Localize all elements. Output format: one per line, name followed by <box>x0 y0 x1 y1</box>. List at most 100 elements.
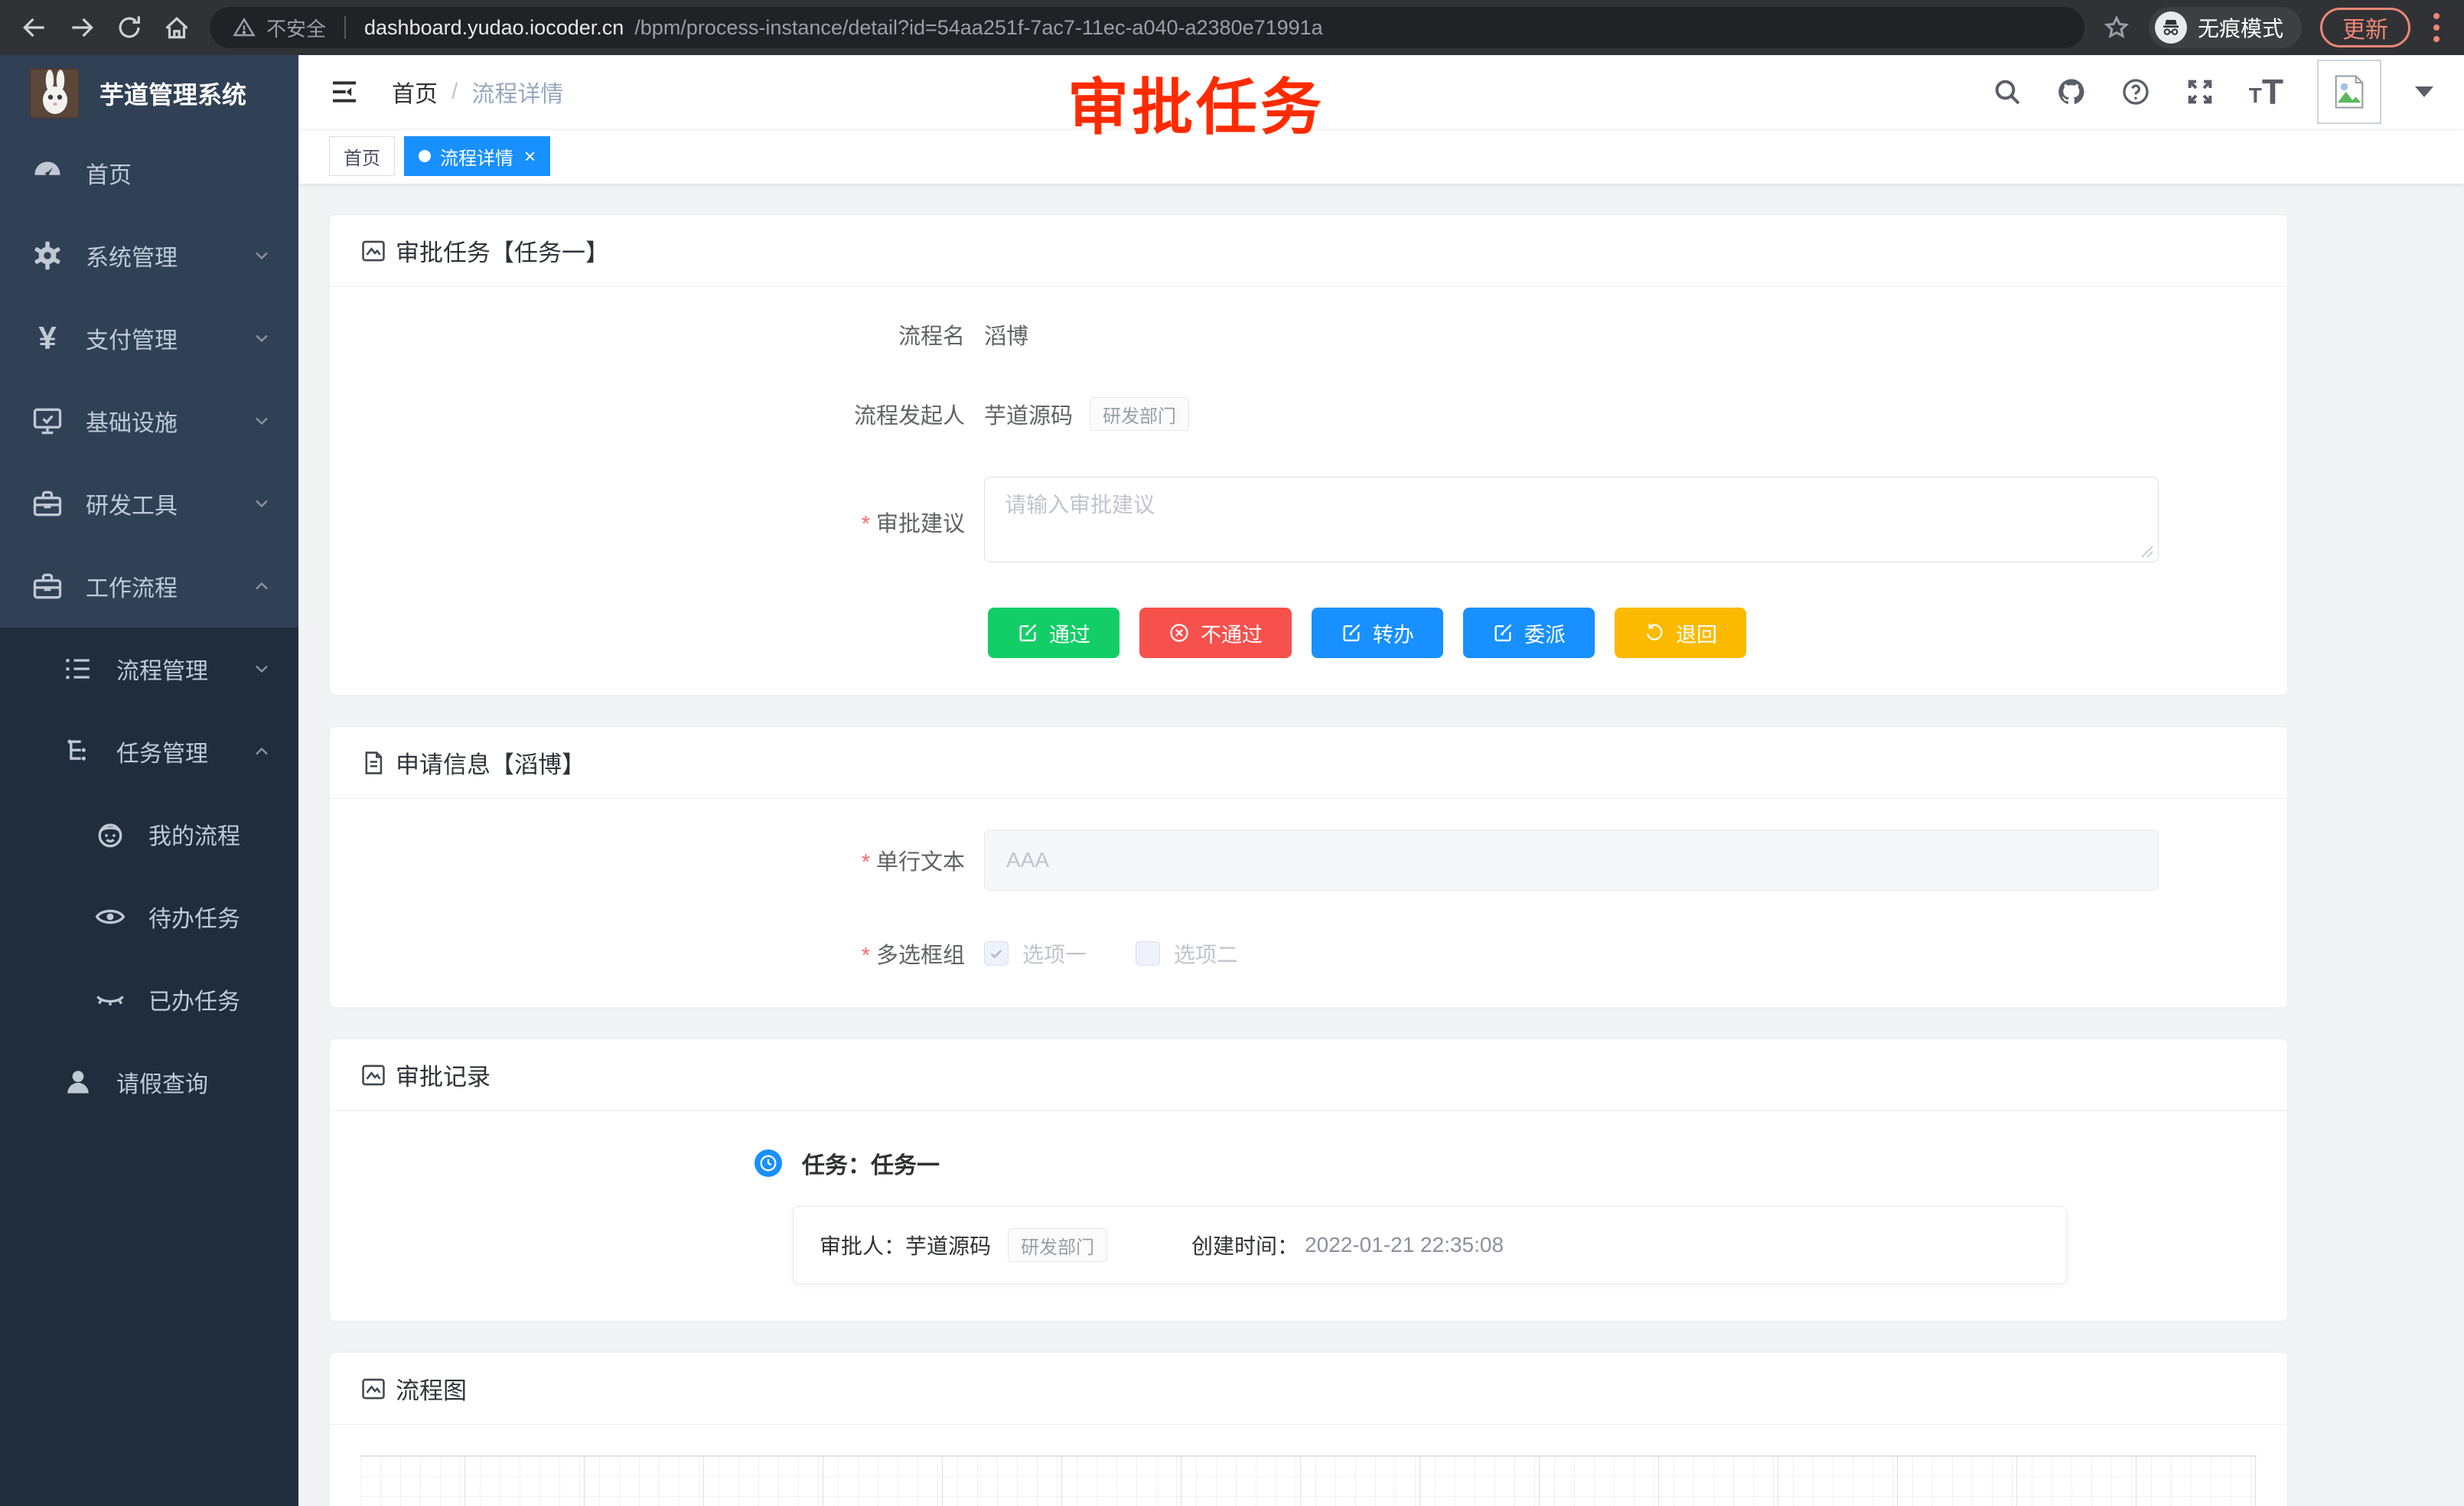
chrome-update-button[interactable]: 更新 <box>2320 8 2410 47</box>
document-icon <box>360 750 386 776</box>
app-logo <box>29 68 80 119</box>
reject-button[interactable]: 不通过 <box>1139 608 1292 658</box>
breadcrumb-separator: / <box>451 79 458 105</box>
gear-icon <box>31 239 64 272</box>
sidebar: 芋道管理系统 首页 系统管理 ¥ 支付管理 基础设施 <box>0 55 298 1506</box>
sidebar-item-my-process[interactable]: 我的流程 <box>0 793 298 875</box>
toolbox-icon <box>31 569 64 603</box>
card-header: 申请信息【滔博】 <box>330 727 2287 799</box>
picture-icon <box>360 238 386 264</box>
pass-button[interactable]: 通过 <box>988 608 1120 658</box>
card-title: 申请信息【滔博】 <box>396 745 585 780</box>
checkbox-option-1: 选项一 <box>984 938 1087 969</box>
sidebar-item-label: 已办任务 <box>148 983 240 1016</box>
circle-close-icon <box>1168 622 1190 644</box>
incognito-icon <box>2155 11 2187 44</box>
bookmark-star-icon[interactable] <box>2103 14 2130 41</box>
tag-process-detail[interactable]: 流程详情 × <box>404 136 550 176</box>
clock-icon <box>755 1149 782 1177</box>
search-icon[interactable] <box>1992 77 2022 107</box>
forward-icon[interactable] <box>67 13 96 42</box>
button-label: 退回 <box>1676 618 1717 648</box>
starter-value: 芋道源码 研发部门 <box>984 397 1189 431</box>
security-label[interactable]: 不安全 <box>266 14 326 42</box>
approve-record-card: 审批记录 任务：任务一 审批人： 芋道源码 研发部门 创建时 <box>329 1038 2288 1322</box>
sidebar-item-label: 请假查询 <box>116 1065 208 1099</box>
checkbox-checked-icon <box>984 941 1009 966</box>
bpmn-canvas[interactable] <box>360 1455 2257 1506</box>
approver-name: 芋道源码 <box>905 1230 991 1260</box>
field-label: 审批建议 <box>360 506 984 538</box>
chevron-down-icon <box>251 328 272 349</box>
chevron-down-icon <box>251 410 272 432</box>
sidebar-item-label: 系统管理 <box>86 239 178 272</box>
single-text-input <box>984 830 2159 891</box>
card-header: 流程图 <box>330 1353 2287 1425</box>
github-icon[interactable] <box>2056 77 2087 107</box>
sidebar-item-system[interactable]: 系统管理 <box>0 214 298 297</box>
avatar[interactable] <box>2317 60 2381 124</box>
url-domain[interactable]: dashboard.yudao.iocoder.cn <box>364 16 624 40</box>
button-label: 通过 <box>1049 618 1090 648</box>
sidebar-item-label: 我的流程 <box>148 817 240 851</box>
breadcrumb-home[interactable]: 首页 <box>392 75 438 109</box>
incognito-badge: 无痕模式 <box>2149 7 2302 48</box>
tag-label: 首页 <box>344 143 380 170</box>
transfer-button[interactable]: 转办 <box>1312 608 1443 658</box>
sidebar-item-leave-query[interactable]: 请假查询 <box>0 1041 298 1123</box>
sidebar-fold-icon[interactable] <box>329 77 360 107</box>
sidebar-item-label: 待办任务 <box>148 900 240 934</box>
yen-icon: ¥ <box>31 321 64 355</box>
dashboard-icon <box>31 156 64 190</box>
edit-icon <box>1017 622 1038 644</box>
eye-icon <box>93 900 127 934</box>
browser-toolbar: 不安全 dashboard.yudao.iocoder.cn/bpm/proce… <box>0 0 2464 55</box>
opinion-textarea[interactable] <box>984 477 2159 562</box>
return-button[interactable]: 退回 <box>1615 608 1746 658</box>
sidebar-item-task-mgmt[interactable]: 任务管理 <box>0 710 298 793</box>
sidebar-item-devtools[interactable]: 研发工具 <box>0 462 298 545</box>
sidebar-item-label: 任务管理 <box>116 735 208 768</box>
card-title: 审批任务【任务一】 <box>396 233 609 268</box>
close-icon[interactable]: × <box>524 146 536 166</box>
sidebar-item-label: 流程管理 <box>116 652 208 686</box>
chevron-down-icon <box>251 245 272 266</box>
edit-icon <box>1492 622 1514 644</box>
help-icon[interactable] <box>2120 77 2151 107</box>
address-bar[interactable]: 不安全 dashboard.yudao.iocoder.cn/bpm/proce… <box>210 7 2084 48</box>
sidebar-item-label: 工作流程 <box>86 569 178 603</box>
sidebar-item-label: 首页 <box>86 156 132 190</box>
sidebar-item-process-mgmt[interactable]: 流程管理 <box>0 628 298 710</box>
sidebar-item-done-tasks[interactable]: 已办任务 <box>0 958 298 1041</box>
tag-label: 流程详情 <box>440 143 513 170</box>
sidebar-item-workflow[interactable]: 工作流程 <box>0 545 298 628</box>
textarea-wrap <box>984 477 2159 566</box>
sidebar-logo-row[interactable]: 芋道管理系统 <box>0 55 298 132</box>
font-size-icon[interactable]: TT <box>2249 77 2283 107</box>
tag-home[interactable]: 首页 <box>329 136 395 176</box>
browser-menu-icon[interactable] <box>2429 13 2444 42</box>
dept-tag: 研发部门 <box>1090 397 1189 431</box>
back-icon[interactable] <box>20 13 49 42</box>
field-label: 多选框组 <box>360 937 984 970</box>
not-secure-warning-icon[interactable] <box>233 16 256 39</box>
picture-icon <box>360 1376 386 1402</box>
starter-name: 芋道源码 <box>984 398 1073 430</box>
home-icon[interactable] <box>162 13 191 42</box>
sidebar-item-infra[interactable]: 基础设施 <box>0 380 298 462</box>
delegate-button[interactable]: 委派 <box>1463 608 1595 658</box>
sidebar-item-home[interactable]: 首页 <box>0 132 298 214</box>
reload-icon[interactable] <box>115 13 144 42</box>
sidebar-item-payment[interactable]: ¥ 支付管理 <box>0 297 298 380</box>
sidebar-item-todo-tasks[interactable]: 待办任务 <box>0 875 298 958</box>
url-path[interactable]: /bpm/process-instance/detail?id=54aa251f… <box>634 16 1322 40</box>
form-item-opinion: 审批建议 <box>360 477 2257 566</box>
form-item-checkbox-group: 多选框组 选项一 选项二 <box>360 937 2257 970</box>
fullscreen-icon[interactable] <box>2185 77 2215 107</box>
avatar-caret-icon[interactable] <box>2415 86 2433 97</box>
face-icon <box>93 817 127 851</box>
eye-closed-icon <box>93 983 127 1016</box>
chevron-down-icon <box>251 658 272 680</box>
red-annotation-text: 审批任务 <box>1067 58 1325 147</box>
button-label: 转办 <box>1373 618 1414 648</box>
